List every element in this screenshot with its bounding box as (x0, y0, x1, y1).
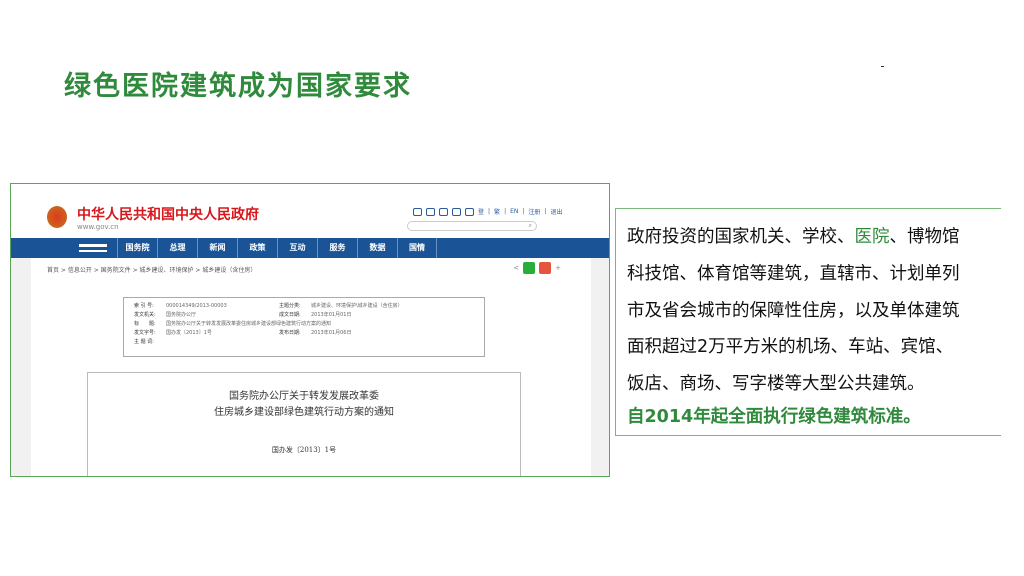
wechat-icon[interactable] (465, 207, 474, 216)
slide-title: 绿色医院建筑成为国家要求 (64, 71, 412, 102)
wechat-share-icon[interactable] (523, 262, 536, 274)
search-input[interactable]: ⌕ (407, 221, 537, 231)
site-url: www.gov.cn (77, 223, 119, 231)
tool-link[interactable]: 登 (478, 207, 484, 216)
tool-link[interactable]: 退出 (550, 207, 562, 216)
meta-value: 2013年01月06日 (311, 330, 352, 336)
nav-item[interactable]: 总理 (157, 238, 197, 258)
meta-value: 国务院办公厅关于转发发展改革委住房城乡建设部绿色建筑行动方案的通知 (166, 321, 332, 327)
meta-value: 国办发〔2013〕1号 (166, 330, 212, 336)
meta-key: 主 题 词: (134, 339, 154, 345)
rss-icon[interactable] (426, 207, 435, 216)
nav-item[interactable]: 互动 (277, 238, 317, 258)
breadcrumb[interactable]: 首页 > 信息公开 > 国务院文件 > 城乡建设、环境保护 > 城乡建设（含住房… (47, 265, 256, 274)
meta-key: 标 题: (134, 321, 156, 327)
slide-edge-mask (1001, 200, 1024, 450)
article-page: 首页 > 信息公开 > 国务院文件 > 城乡建设、环境保护 > 城乡建设（含住房… (31, 258, 591, 476)
meta-row: 主 题 词: (134, 338, 474, 347)
weibo-icon[interactable] (452, 207, 461, 216)
text-line-highlight: 自2014年起全面执行绿色建筑标准。 (627, 407, 921, 427)
text-seg: 、博物馆 (889, 227, 960, 247)
text-line: 面积超过2万平方米的机场、车站、宾馆、 (627, 337, 954, 357)
tiananmen-logo-icon[interactable] (69, 238, 117, 258)
meta-row: 发文机关: 国务院办公厅 成文日期: 2013年01月01日 (134, 311, 474, 320)
meta-value: 国务院办公厅 (166, 312, 197, 318)
meta-row: 发文字号: 国办发〔2013〕1号 发布日期: 2013年01月06日 (134, 329, 474, 338)
weibo-share-icon[interactable] (539, 262, 552, 274)
nav-item[interactable]: 国务院 (117, 238, 157, 258)
main-nav: 国务院 总理 新闻 政策 互动 服务 数据 国情 (11, 238, 609, 258)
meta-row: 索 引 号: 000014349/2013-00003 主题分类: 城乡建设、环境保护… (134, 302, 474, 311)
meta-row: 标 题: 国务院办公厅关于转发发展改革委住房城乡建设部绿色建筑行动方案的通知 (134, 320, 474, 329)
nav-item[interactable]: 政策 (237, 238, 277, 258)
share-bar: < + (513, 262, 561, 274)
meta-value: 2013年01月01日 (311, 312, 352, 318)
nav-item[interactable]: 服务 (317, 238, 357, 258)
meta-key: 发文字号: (134, 330, 156, 336)
nav-item[interactable]: 新闻 (197, 238, 237, 258)
site-name: 中华人民共和国中央人民政府 (77, 207, 259, 223)
meta-key: 发布日期: (279, 330, 301, 336)
nav-item[interactable]: 数据 (357, 238, 397, 258)
highlight-hospital: 医院 (854, 227, 890, 247)
tool-link[interactable]: 繁 (494, 207, 500, 216)
meta-key: 成文日期: (279, 312, 301, 318)
tool-link[interactable]: EN (510, 208, 518, 215)
meta-value: 000014349/2013-00003 (166, 303, 227, 309)
national-emblem-icon (47, 206, 67, 228)
doc-number: 国办发〔2013〕1号 (271, 446, 337, 454)
meta-key: 索 引 号: (134, 303, 154, 309)
text-seg: 政府投资的国家机关、学校、 (627, 227, 855, 247)
meta-key: 主题分类: (279, 303, 301, 309)
text-line: 政府投资的国家机关、学校、医院、博物馆 (627, 223, 960, 248)
policy-text-box: 政府投资的国家机关、学校、医院、博物馆 科技馆、体育馆等建筑，直辖市、计划单列 … (615, 208, 1015, 436)
document-body: 国务院办公厅关于转发发展改革委 住房城乡建设部绿色建筑行动方案的通知 国办发〔2… (87, 372, 521, 476)
meta-key: 发文机关: (134, 312, 156, 318)
top-tools: 登 | 繁 | EN | 注册 | 退出 (413, 207, 562, 216)
doc-title-line: 国务院办公厅关于转发发展改革委 (229, 391, 379, 402)
nav-item[interactable]: 国情 (397, 238, 437, 258)
document-metadata: 索 引 号: 000014349/2013-00003 主题分类: 城乡建设、环境保护… (123, 297, 485, 357)
text-line: 饭店、商场、写字楼等大型公共建筑。 (627, 374, 925, 394)
doc-title-line: 住房城乡建设部绿色建筑行动方案的通知 (214, 407, 394, 418)
mail-icon[interactable] (413, 207, 422, 216)
meta-value: 城乡建设、环境保护\城乡建设（含住房） (311, 303, 403, 309)
share-icon[interactable]: < (513, 264, 519, 272)
decor-mark (881, 66, 884, 67)
more-share[interactable]: + (555, 264, 561, 272)
text-line: 市及省会城市的保障性住房，以及单体建筑 (627, 301, 960, 321)
text-line: 科技馆、体育馆等建筑，直辖市、计划单列 (627, 264, 960, 284)
tool-link[interactable]: 注册 (528, 207, 540, 216)
mobile-icon[interactable] (439, 207, 448, 216)
gov-website-screenshot: 中华人民共和国中央人民政府 www.gov.cn 登 | 繁 | EN | 注册 | 退… (10, 183, 610, 477)
search-icon[interactable]: ⌕ (529, 222, 532, 229)
